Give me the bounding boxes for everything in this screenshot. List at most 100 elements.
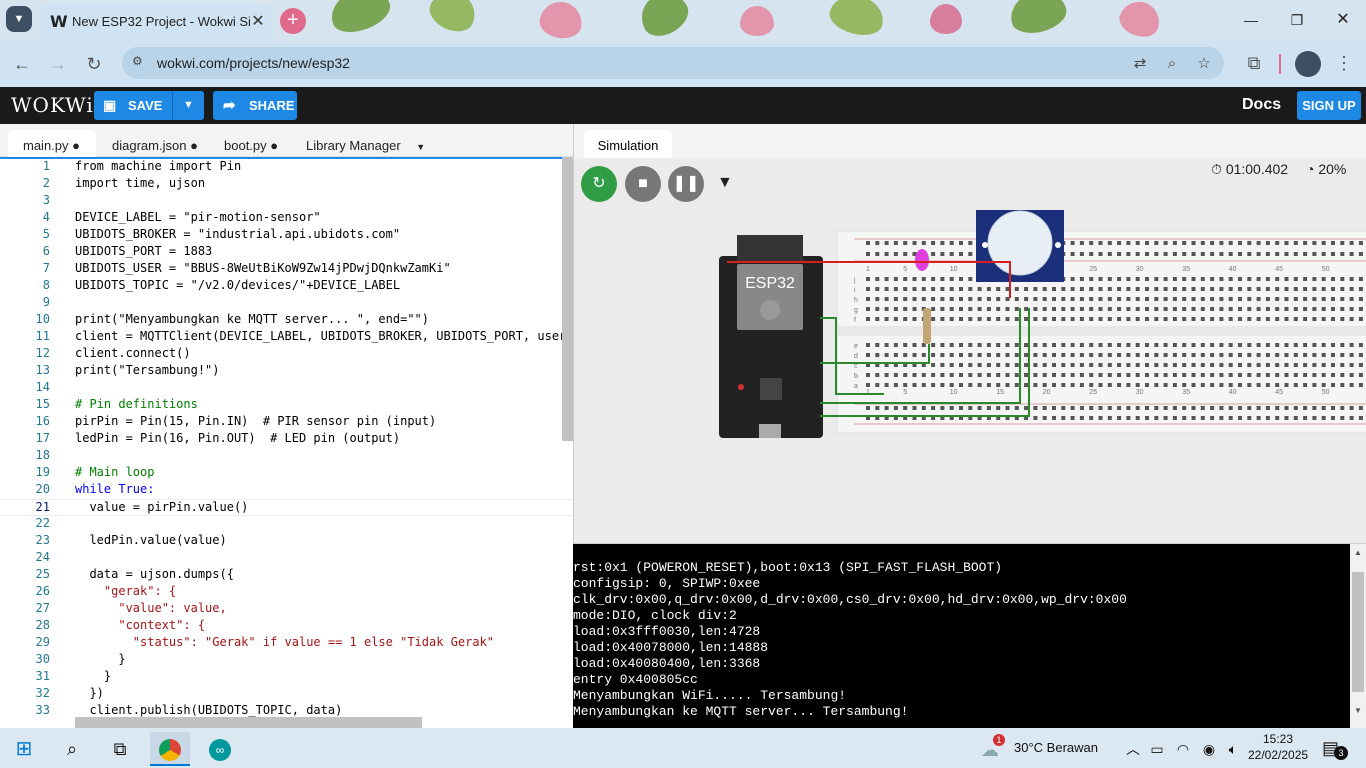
editor-horizontal-scrollbar[interactable] [75,717,422,728]
share-button[interactable]: ➦ SHARE [213,91,297,120]
breadboard-hole [1238,307,1242,311]
extensions-icon[interactable]: ⧉ [1242,51,1266,75]
breadboard-hole [1191,241,1196,245]
breadboard-hole [1358,297,1363,301]
sign-up-button[interactable]: SIGN UP [1297,91,1361,120]
address-bar[interactable]: ⚙ wokwi.com/projects/new/esp32 ⇄ ⌕ ☆ [122,47,1224,79]
breadboard-hole [1303,287,1308,291]
breadboard-hole [1135,252,1140,256]
breadboard-hole [912,307,917,311]
simulation-canvas[interactable]: ↻ ■ ❚❚ ▼ ⏱ 01:00.402 ◔ 20% 1155101015152… [573,158,1366,544]
close-tab-icon[interactable]: ✕ [248,11,268,31]
back-button[interactable]: ← [10,52,34,76]
toolbar-divider [1279,54,1281,74]
close-window-button[interactable]: ✕ [1323,8,1363,32]
translate-icon[interactable]: ⇄ [1129,53,1151,75]
tab-menu-chevron-icon[interactable]: ▼ [416,142,425,152]
breadboard-hole [1005,287,1010,291]
breadboard-hole [940,287,945,291]
breadboard-hole [1200,297,1205,301]
breadboard-hole [1284,353,1289,357]
chrome-taskbar-icon[interactable] [150,732,190,766]
forward-button[interactable]: → [46,52,70,76]
volume-icon[interactable]: 🔈︎ [1218,732,1248,766]
breadboard-hole [866,297,870,301]
breadboard-column-number: 40 [1229,389,1237,396]
scroll-up-icon[interactable]: ▲ [1354,548,1362,557]
serial-monitor[interactable]: rst:0x1 (POWERON_RESET),boot:0x13 (SPI_F… [573,544,1350,728]
site-info-icon[interactable]: ⚙ [132,54,150,72]
breadboard-hole [1163,252,1168,256]
background-flower [1115,0,1165,41]
breadboard-hole [903,252,908,256]
breadboard-hole [1265,277,1270,281]
browser-toolbar: ← → ↻ ⚙ wokwi.com/projects/new/esp32 ⇄ ⌕… [0,41,1366,87]
profile-avatar[interactable] [1295,51,1321,77]
breadboard-hole [931,287,936,291]
breadboard-hole [1293,353,1298,357]
serial-scrollbar[interactable]: ▲ ▼ [1350,544,1366,728]
tab-main-py[interactable]: main.py ● [8,130,96,157]
breadboard-hole [1303,241,1308,245]
restore-button[interactable]: ❐ [1277,8,1317,32]
breadboard-hole [1098,307,1103,311]
zoom-icon[interactable]: ⌕ [1161,53,1183,75]
breadboard-hole [1284,241,1289,245]
breadboard-hole [1154,241,1159,245]
code-line: 19 # Main loop [35,465,155,479]
code-editor[interactable]: 1 from machine import Pin 2 import time, u… [0,157,573,728]
menu-kebab-icon[interactable]: ⋮ [1332,51,1356,75]
wokwi-logo[interactable]: WOKWi [11,93,94,117]
breadboard-hole [884,406,889,410]
breadboard-hole [1145,287,1149,291]
breadboard-hole [968,406,973,410]
reload-button[interactable]: ↻ [82,52,106,76]
new-tab-button[interactable]: + [280,8,306,34]
tab-library-manager[interactable]: Library Manager ▼ [306,130,432,157]
circuit-diagram[interactable]: 1155101015152020252530303535404045455050… [574,158,1366,544]
task-view-icon[interactable]: ⧉ [100,732,140,766]
breadboard-hole [1089,406,1094,410]
breadboard-hole [1200,383,1205,387]
breadboard-hole [1107,383,1112,387]
breadboard-hole [959,241,963,245]
breadboard-hole [1135,343,1140,347]
docs-link[interactable]: Docs [1242,96,1281,114]
breadboard-hole [959,383,963,387]
breadboard-hole [986,383,991,387]
breadboard-hole [1052,353,1056,357]
notification-center-button[interactable]: ▤ 3 [1322,736,1356,762]
breadboard-hole [1265,353,1270,357]
breadboard-hole [949,353,954,357]
breadboard-hole [903,277,908,281]
breadboard-hole [1303,297,1308,301]
breadboard-hole [884,277,889,281]
breadboard-hole [1107,241,1112,245]
bookmark-star-icon[interactable]: ☆ [1193,53,1215,75]
minimize-button[interactable]: — [1231,8,1271,32]
windows-start-icon[interactable]: ⊞ [4,732,44,766]
arduino-taskbar-icon[interactable]: ∞ [200,732,240,766]
tab-simulation[interactable]: Simulation [584,130,672,158]
tab-search-button[interactable]: ▼ [6,6,32,32]
search-icon[interactable]: ⌕ [52,732,92,766]
breadboard-hole [1163,241,1168,245]
breadboard-hole [1126,406,1131,410]
save-button[interactable]: ▣ SAVE ▼ [94,91,204,120]
serial-scroll-thumb[interactable] [1352,572,1364,692]
breadboard-hole [986,297,991,301]
system-clock[interactable]: 15:23 22/02/2025 [1248,731,1308,763]
weather-widget-icon[interactable]: ☁ 1 [981,734,1007,760]
breadboard-hole [1089,383,1094,387]
resistor [923,308,931,344]
breadboard-hole [1321,252,1326,256]
scroll-down-icon[interactable]: ▼ [1354,706,1362,715]
tab-diagram-json[interactable]: diagram.json ● [112,130,202,157]
tab-boot-py[interactable]: boot.py ● [224,130,284,157]
weather-text[interactable]: 30°C Berawan [1014,740,1098,755]
browser-tab-active[interactable]: W New ESP32 Project - Wokwi Sim ✕ [40,4,274,41]
code-line: 28 "context": { [35,618,206,632]
breadboard-hole [1126,416,1131,420]
save-options-chevron-icon[interactable]: ▼ [172,91,204,120]
editor-vertical-scrollbar[interactable] [562,157,573,441]
